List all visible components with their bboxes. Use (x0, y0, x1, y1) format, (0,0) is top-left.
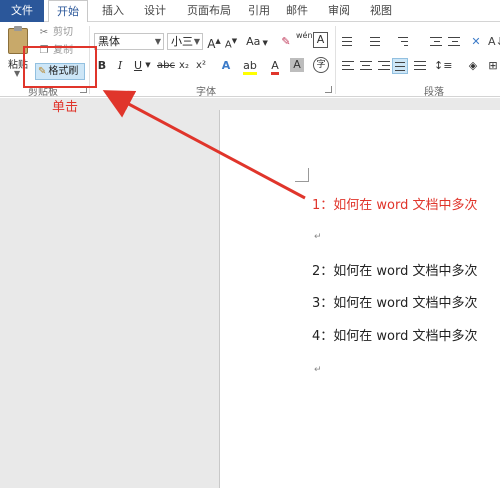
chevron-down-icon: ▼ (154, 37, 161, 46)
chevron-down-icon: ▼ (193, 37, 200, 46)
doc-line-4[interactable]: 4：如何在 word 文档中多次 (312, 325, 478, 344)
change-case-button[interactable]: Aa ▼ (245, 33, 269, 50)
justify-icon[interactable] (392, 58, 408, 74)
scissors-icon: ✂ (39, 27, 49, 38)
doc-line-3-text: 3：如何在 word 文档中多次 (312, 296, 478, 311)
chevron-down-icon: ▼ (14, 69, 21, 78)
annotation-highlight-box (23, 46, 97, 88)
doc-line-4-text: 4：如何在 word 文档中多次 (312, 329, 478, 344)
doc-line-1[interactable]: 1：如何在 word 文档中多次 (312, 194, 478, 213)
highlight-icon[interactable]: ab (242, 57, 258, 75)
distributed-icon[interactable] (412, 60, 426, 72)
font-size-select[interactable]: 小三 ▼ (167, 33, 203, 50)
tab-references[interactable]: 引用 (242, 0, 276, 22)
subscript-label: x₂ (179, 60, 189, 71)
doc-line-2[interactable]: 2：如何在 word 文档中多次 (312, 260, 478, 279)
bold-label: B (97, 59, 107, 72)
divider (335, 26, 336, 94)
char-shading-icon[interactable]: A (290, 58, 304, 72)
chinese-layout-icon[interactable]: ✕ (468, 33, 484, 50)
font-size-value: 小三 (171, 35, 193, 48)
bold-button[interactable]: B (96, 57, 108, 74)
borders-icon[interactable]: ⊞ (486, 57, 500, 74)
margin-corner-mark (295, 168, 309, 182)
phonetic-guide-button[interactable]: wén (296, 31, 313, 48)
align-center-icon[interactable] (358, 60, 372, 72)
annotation-click-label: 单击 (52, 100, 79, 115)
superscript-button[interactable]: x² (194, 57, 208, 74)
italic-button[interactable]: I (114, 57, 126, 74)
font-name-value: 黑体 (98, 35, 120, 48)
chevron-down-icon[interactable]: ▼ (144, 57, 152, 74)
grow-font-button[interactable]: A▲ (207, 33, 221, 51)
change-case-label: Aa (246, 35, 261, 48)
line-spacing-icon[interactable]: ↕≡ (434, 57, 452, 74)
enclose-char-icon[interactable]: 字 (313, 57, 329, 73)
numbering-icon[interactable] (368, 36, 382, 48)
font-color-icon[interactable]: A (268, 57, 282, 75)
shrink-font-button[interactable]: A▼ (224, 33, 238, 50)
tab-view[interactable]: 视图 (364, 0, 398, 22)
italic-label: I (117, 59, 123, 72)
multilevel-list-icon[interactable] (396, 36, 410, 48)
tab-home[interactable]: 开始 (48, 0, 88, 23)
align-left-icon[interactable] (340, 60, 354, 72)
tab-file[interactable]: 文件 (0, 0, 44, 22)
document-page[interactable]: 1：如何在 word 文档中多次 ↵ 2：如何在 word 文档中多次 3：如何… (219, 110, 500, 488)
document-area: 1：如何在 word 文档中多次 ↵ 2：如何在 word 文档中多次 3：如何… (0, 98, 500, 488)
paragraph-mark: ↵ (314, 232, 322, 242)
cut-label: 剪切 (53, 27, 73, 38)
sort-icon[interactable]: A↓ (488, 33, 500, 50)
text-effects-icon[interactable]: A (218, 57, 234, 74)
paragraph-mark: ↵ (314, 365, 322, 375)
bullets-icon[interactable] (340, 36, 354, 48)
decrease-indent-icon[interactable] (428, 36, 442, 48)
doc-line-3[interactable]: 3：如何在 word 文档中多次 (312, 292, 478, 311)
phonetic-label: wén (296, 31, 313, 40)
tab-review[interactable]: 审阅 (322, 0, 356, 22)
strikethrough-button[interactable]: abc (156, 57, 176, 74)
tab-insert[interactable]: 插入 (96, 0, 130, 22)
tab-design[interactable]: 设计 (138, 0, 172, 22)
shading-icon[interactable]: ◈ (464, 57, 482, 74)
doc-line-1-text: 1：如何在 word 文档中多次 (312, 198, 478, 213)
tab-page-layout[interactable]: 页面布局 (180, 0, 238, 22)
ribbon-tab-bar: 文件 开始 插入 设计 页面布局 引用 邮件 审阅 视图 (0, 0, 500, 23)
font-launcher-icon[interactable] (325, 86, 332, 93)
strikethrough-label: abc (157, 60, 175, 71)
underline-button[interactable]: U (132, 57, 144, 74)
clear-format-icon[interactable]: ✎ (279, 33, 293, 50)
underline-label: U (133, 59, 143, 72)
font-name-select[interactable]: 黑体 ▼ (94, 33, 164, 50)
align-right-icon[interactable] (376, 60, 390, 72)
char-border-icon[interactable]: A (313, 32, 328, 48)
cut-button[interactable]: ✂ 剪切 (38, 25, 73, 41)
shrink-font-label: A (224, 39, 232, 51)
subscript-button[interactable]: x₂ (177, 57, 191, 74)
font-group-label: 字体 (196, 87, 216, 98)
tab-mailings[interactable]: 邮件 (280, 0, 314, 22)
superscript-label: x² (196, 60, 206, 71)
increase-indent-icon[interactable] (446, 36, 460, 48)
paragraph-group-label: 段落 (424, 87, 444, 98)
doc-line-2-text: 2：如何在 word 文档中多次 (312, 264, 478, 279)
